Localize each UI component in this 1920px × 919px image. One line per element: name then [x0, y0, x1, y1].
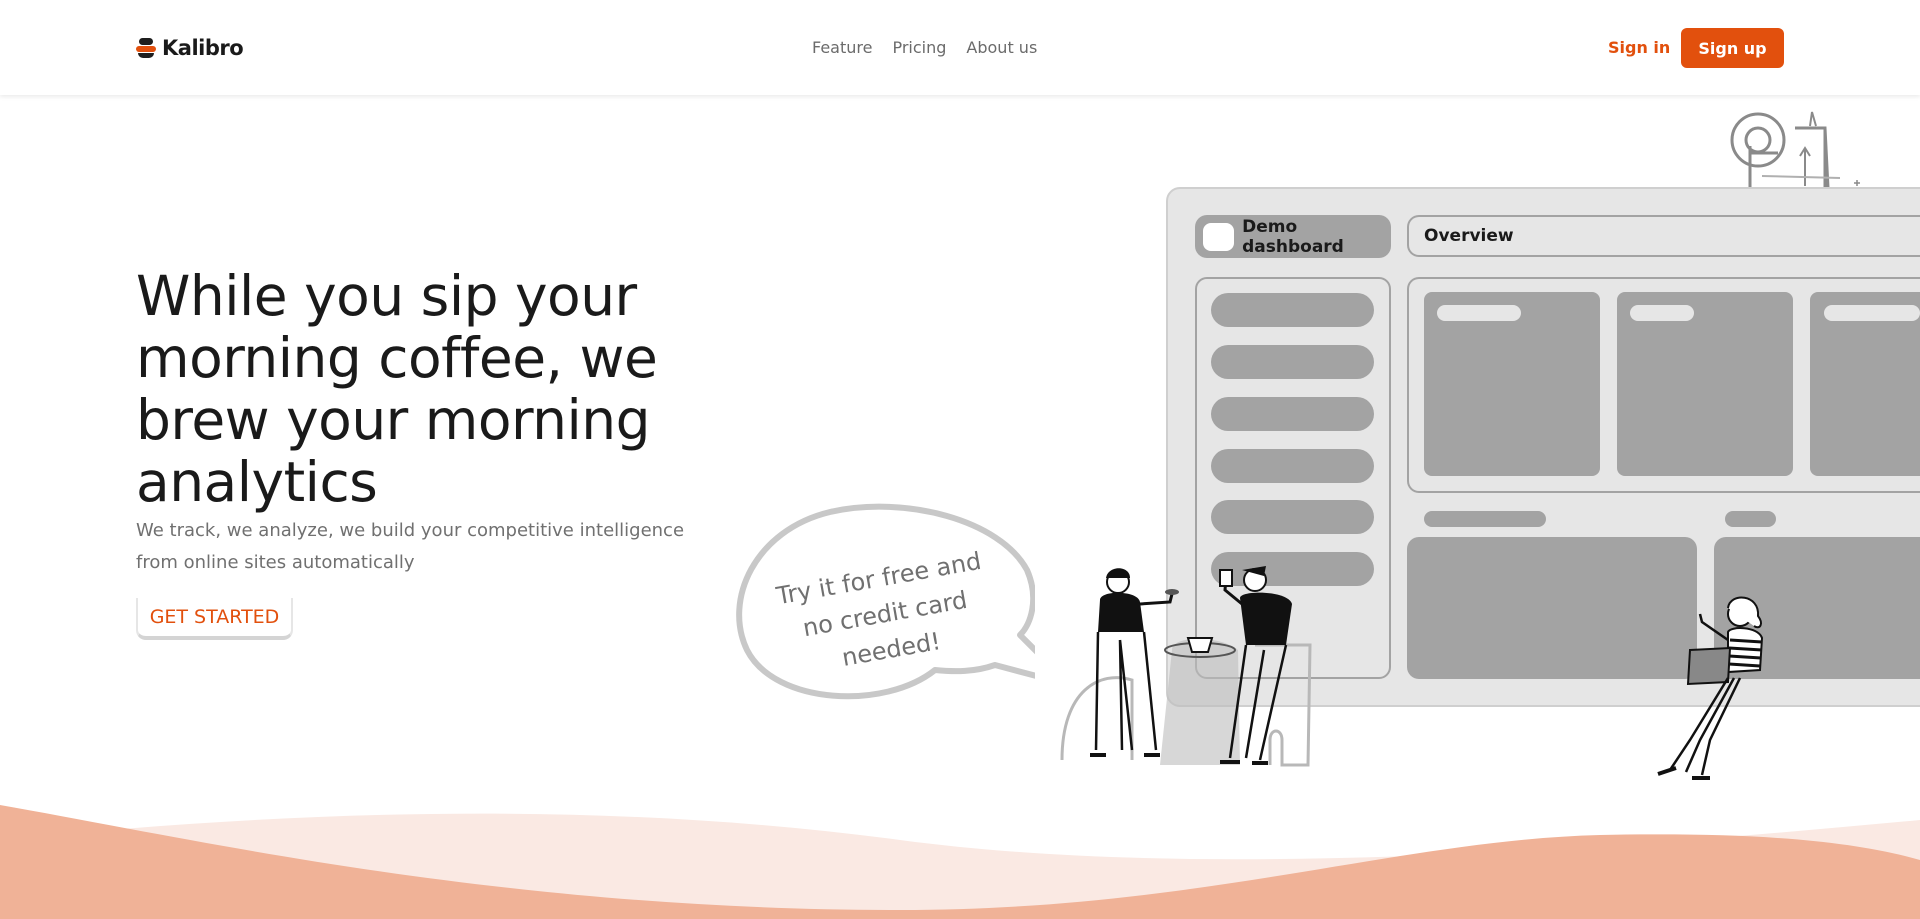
sidebar-placeholder — [1211, 397, 1374, 431]
nav-item-pricing[interactable]: Pricing — [892, 38, 946, 57]
brand-name: Kalibro — [162, 36, 244, 60]
site-header: Kalibro Feature Pricing About us Sign in… — [0, 0, 1920, 95]
hero-title: While you sip your morning coffee, we br… — [136, 264, 658, 514]
person-with-laptop-illustration — [1657, 596, 1764, 780]
main-nav: Feature Pricing About us — [812, 38, 1037, 57]
chart-sketch-icon — [1730, 111, 1860, 189]
sign-in-link[interactable]: Sign in — [1608, 38, 1670, 57]
brand-logo[interactable]: Kalibro — [136, 36, 244, 60]
people-drinking-coffee-illustration — [1060, 566, 1312, 767]
sidebar-placeholder — [1211, 449, 1374, 483]
demo-dashboard-label: Demo dashboard — [1242, 216, 1344, 257]
sidebar-placeholder — [1211, 500, 1374, 534]
section-label-placeholder — [1424, 511, 1546, 527]
overview-label: Overview — [1424, 226, 1514, 246]
overview-header: Overview — [1407, 215, 1920, 257]
nav-item-about-us[interactable]: About us — [966, 38, 1037, 57]
demo-dashboard-tab: Demo dashboard — [1195, 215, 1391, 258]
decorative-waves — [0, 805, 1920, 919]
nav-item-feature[interactable]: Feature — [812, 38, 872, 57]
card-tag — [1824, 305, 1920, 321]
card-tag — [1630, 305, 1694, 321]
card-tag — [1437, 305, 1521, 321]
sidebar-placeholder — [1211, 345, 1374, 379]
sign-up-button[interactable]: Sign up — [1681, 28, 1784, 68]
tab-square-icon — [1203, 222, 1235, 251]
sidebar-placeholder — [1211, 293, 1374, 327]
coffee-cup-logo-icon — [136, 38, 156, 58]
get-started-button[interactable]: GET STARTED — [136, 598, 293, 640]
hero-subtitle: We track, we analyze, we build your comp… — [136, 520, 685, 573]
section-label-placeholder — [1725, 511, 1776, 527]
